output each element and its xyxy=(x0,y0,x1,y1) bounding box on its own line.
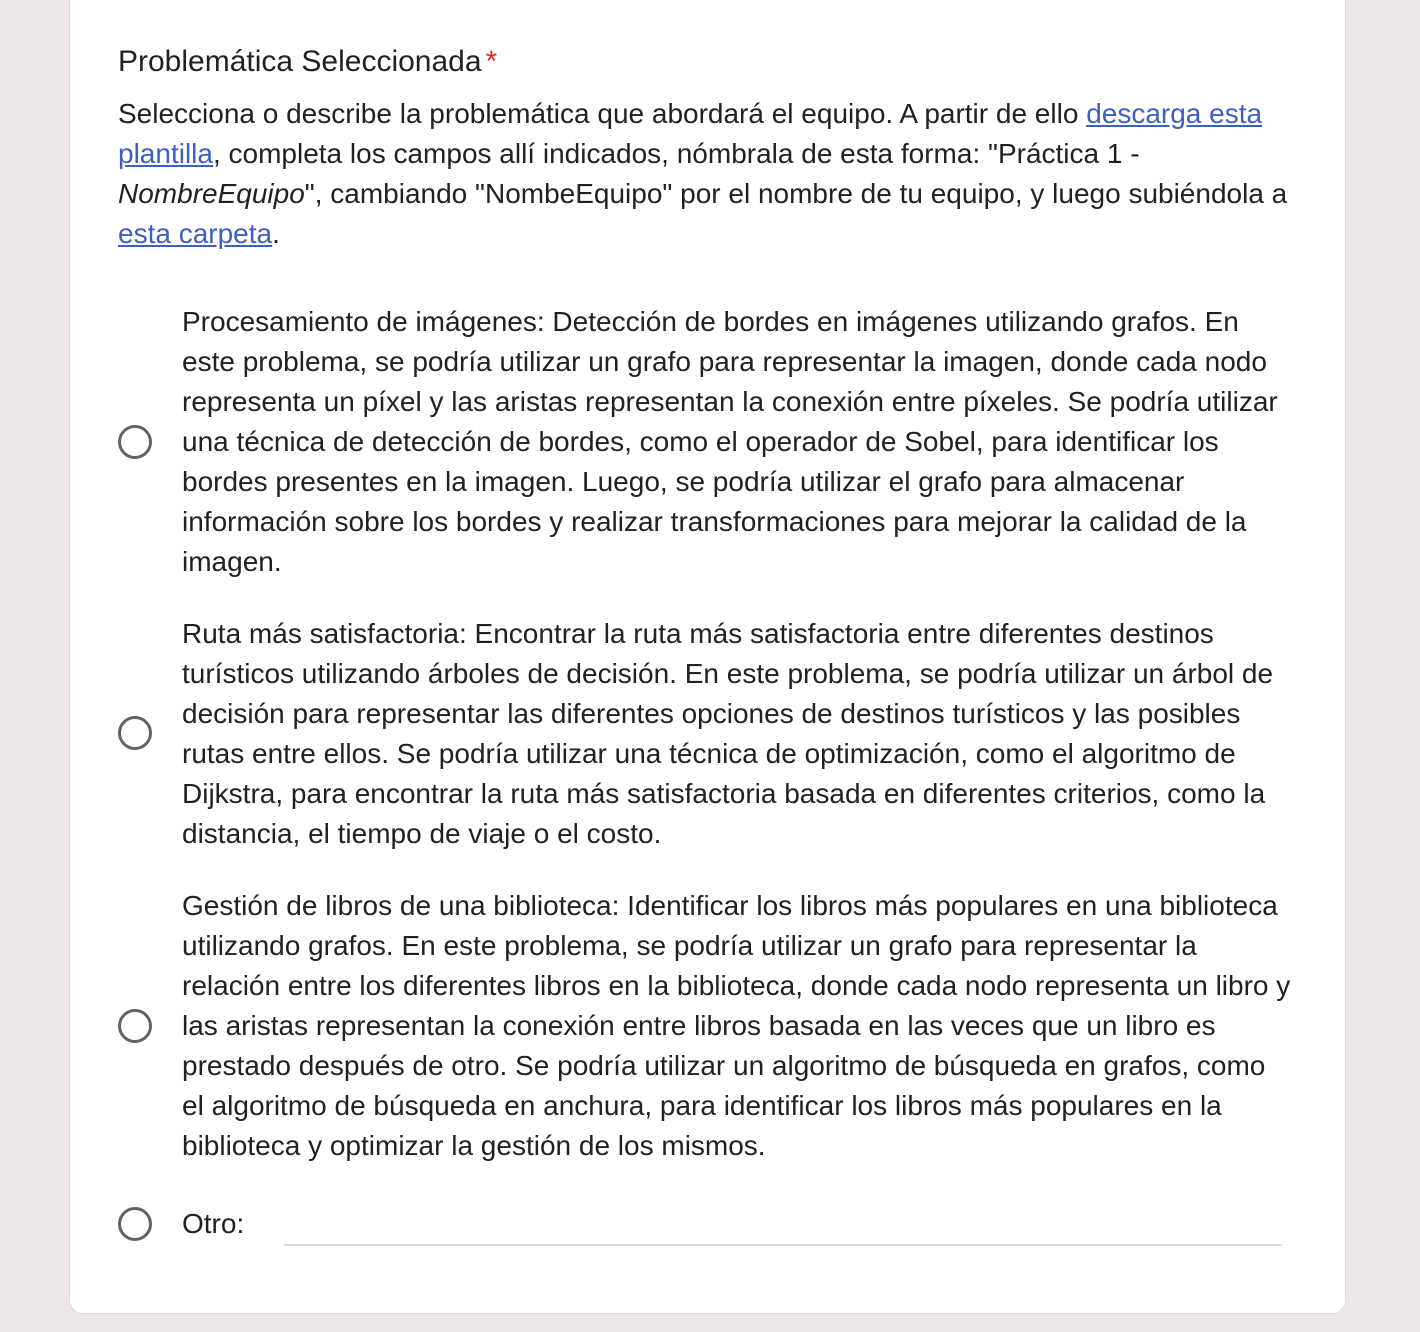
option-library[interactable]: Gestión de libros de una biblioteca: Ide… xyxy=(118,886,1290,1166)
description-text-4: . xyxy=(272,218,280,249)
option-label: Ruta más satisfactoria: Encontrar la rut… xyxy=(182,618,1274,849)
question-title: Problemática Seleccionada xyxy=(118,45,482,78)
other-label: Otro: xyxy=(182,1208,245,1239)
option-label: Gestión de libros de una biblioteca: Ide… xyxy=(182,890,1291,1161)
question-description: Selecciona o describe la problemática qu… xyxy=(118,94,1288,254)
upload-folder-link[interactable]: esta carpeta xyxy=(118,218,272,249)
radio-button-other[interactable] xyxy=(118,1207,152,1241)
radio-button-option-3[interactable] xyxy=(118,1009,152,1043)
option-image-processing[interactable]: Procesamiento de imágenes: Detección de … xyxy=(118,302,1288,582)
other-text-input[interactable] xyxy=(284,1206,1282,1246)
description-text-1: Selecciona o describe la problemática qu… xyxy=(118,98,1087,129)
description-text-3: ", cambiando "NombeEquipo" por el nombre… xyxy=(304,178,1288,209)
option-other[interactable]: Otro: xyxy=(118,1204,1288,1248)
question-title-row: Problemática Seleccionada * xyxy=(118,44,497,80)
required-asterisk: * xyxy=(485,45,498,78)
option-route[interactable]: Ruta más satisfactoria: Encontrar la rut… xyxy=(118,614,1288,854)
radio-button-option-1[interactable] xyxy=(118,425,152,459)
option-label: Procesamiento de imágenes: Detección de … xyxy=(182,306,1278,577)
description-italic-team-name: NombreEquipo xyxy=(118,178,305,209)
description-text-2: , completa los campos allí indicados, nó… xyxy=(212,138,1140,169)
radio-button-option-2[interactable] xyxy=(118,716,152,750)
